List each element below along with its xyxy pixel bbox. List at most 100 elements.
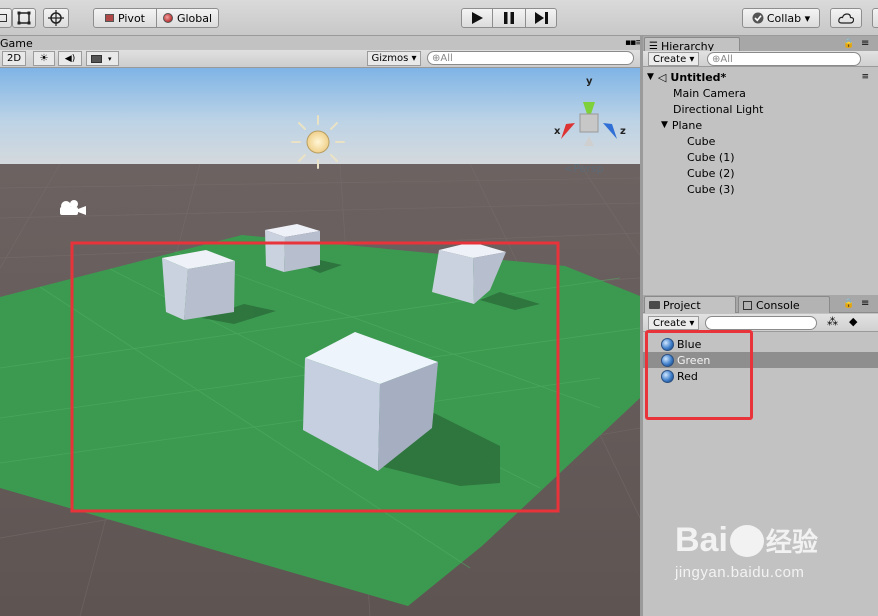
scene-toolbar: 2D ☀ ◀) ▾ Gizmos ▾ ⊕All bbox=[0, 50, 640, 68]
scene-menu-icon[interactable]: ≡ bbox=[861, 72, 869, 82]
hierarchy-item[interactable]: Main Camera bbox=[673, 85, 746, 101]
hierarchy-item-label: Plane bbox=[671, 118, 703, 132]
2d-label: 2D bbox=[6, 53, 22, 64]
cloud-icon bbox=[838, 12, 854, 24]
collab-button[interactable]: Collab ▾ bbox=[742, 8, 820, 28]
hierarchy-item-label: Main Camera bbox=[673, 86, 746, 100]
lighting-toggle[interactable]: ☀ bbox=[33, 51, 55, 66]
project-panel: Project Console 🔒 ≡ Create ▾ ⁂ ◆ Blue Gr… bbox=[643, 295, 878, 616]
rect-tool-button[interactable] bbox=[0, 8, 12, 28]
expand-arrow-icon: ▼ bbox=[647, 72, 654, 82]
project-menu-icon[interactable]: ≡ bbox=[861, 298, 869, 309]
pause-icon bbox=[504, 12, 514, 24]
transform-tool-icon bbox=[48, 10, 64, 26]
gizmo-x-label: x bbox=[554, 126, 561, 137]
hierarchy-item[interactable]: ▼ Plane bbox=[661, 117, 702, 133]
rect-transform-icon bbox=[17, 11, 31, 25]
hierarchy-search-placeholder: ⊕All bbox=[712, 53, 733, 65]
tab-console[interactable]: Console bbox=[738, 296, 830, 313]
pause-button[interactable] bbox=[492, 8, 526, 28]
step-icon bbox=[534, 12, 548, 24]
cube-2[interactable] bbox=[265, 224, 320, 272]
scene-name: Untitled* bbox=[670, 70, 727, 84]
globe-icon bbox=[162, 13, 173, 23]
watermark-brand-2: 经验 bbox=[765, 527, 818, 557]
hierarchy-item[interactable]: Directional Light bbox=[673, 101, 763, 117]
project-search-input[interactable] bbox=[705, 316, 817, 330]
hierarchy-tab-icon: ☰ bbox=[649, 40, 658, 52]
play-button[interactable] bbox=[461, 8, 493, 28]
hierarchy-item-label: Cube (2) bbox=[687, 166, 735, 180]
scene-search-placeholder: ⊕All bbox=[432, 52, 453, 64]
pivot-toggle[interactable]: Pivot bbox=[93, 8, 157, 28]
hierarchy-item[interactable]: Cube (1) bbox=[687, 149, 734, 165]
paw-icon bbox=[729, 524, 764, 557]
expand-arrow-icon[interactable]: ▼ bbox=[661, 120, 668, 130]
hierarchy-create-button[interactable]: Create ▾ bbox=[648, 52, 700, 66]
main-toolbar: Pivot Global Collab ▾ bbox=[0, 0, 878, 36]
global-toggle[interactable]: Global bbox=[156, 8, 219, 28]
game-tab[interactable]: Game bbox=[0, 37, 33, 50]
scene-canvas[interactable]: y x z <Persp bbox=[0, 68, 640, 616]
directional-light-icon[interactable] bbox=[291, 115, 345, 169]
console-icon bbox=[743, 300, 752, 310]
hierarchy-item-label: Cube (3) bbox=[687, 182, 735, 196]
rect-tool-icon bbox=[0, 14, 7, 22]
step-button[interactable] bbox=[525, 8, 557, 28]
collab-label: Collab ▾ bbox=[766, 11, 811, 25]
cube-1[interactable] bbox=[162, 250, 235, 320]
play-icon bbox=[472, 12, 483, 24]
filter-by-type-icon[interactable]: ⁂ bbox=[827, 315, 838, 328]
hierarchy-item[interactable]: Cube bbox=[687, 133, 715, 149]
gizmos-dropdown[interactable]: Gizmos ▾ bbox=[367, 51, 421, 66]
sun-icon: ☀ bbox=[39, 53, 49, 64]
tab-project[interactable]: Project bbox=[644, 296, 736, 313]
hierarchy-item-label: Cube bbox=[687, 134, 716, 148]
hierarchy-panel: ☰ Hierarchy 🔒 ≡ Create ▾ ⊕All ▼ ◁ Untitl… bbox=[643, 36, 878, 292]
transform-tool-button[interactable] bbox=[43, 8, 69, 28]
gizmos-label: Gizmos ▾ bbox=[371, 53, 417, 64]
hierarchy-search-input[interactable]: ⊕All bbox=[707, 52, 861, 66]
hierarchy-lock-icon[interactable]: 🔒 bbox=[843, 39, 854, 49]
watermark-url: jingyan.baidu.com bbox=[675, 564, 805, 581]
project-create-button[interactable]: Create ▾ bbox=[648, 316, 700, 330]
dropdown-arrow-icon: ▾ bbox=[108, 54, 112, 63]
scene-tab-row: Game ▪▪≡ bbox=[0, 36, 643, 50]
watermark-brand: Bai bbox=[675, 521, 728, 559]
image-icon bbox=[91, 54, 102, 63]
speaker-icon: ◀) bbox=[64, 53, 76, 64]
hierarchy-item-label: Directional Light bbox=[673, 102, 764, 116]
hierarchy-subbar: Create ▾ ⊕All bbox=[643, 51, 878, 67]
gizmo-z-label: z bbox=[620, 126, 626, 137]
scene-search-input[interactable]: ⊕All bbox=[427, 51, 634, 65]
project-lock-icon[interactable]: 🔒 bbox=[843, 299, 854, 309]
pivot-label: Pivot bbox=[117, 11, 145, 25]
hierarchy-item-label: Cube (1) bbox=[687, 150, 735, 164]
scene-root-row[interactable]: ▼ ◁ Untitled* ≡ bbox=[647, 69, 875, 85]
project-tab-label: Project bbox=[663, 298, 701, 312]
persp-label[interactable]: <Persp bbox=[564, 162, 603, 175]
baidu-watermark: Bai 经验 jingyan.baidu.com bbox=[675, 521, 875, 601]
audio-toggle[interactable]: ◀) bbox=[58, 51, 82, 66]
hierarchy-item[interactable]: Cube (2) bbox=[687, 165, 734, 181]
cloud-button[interactable] bbox=[830, 8, 862, 28]
project-tabbar: Project Console 🔒 ≡ bbox=[643, 295, 878, 313]
scene-viewport[interactable]: y x z <Persp bbox=[0, 68, 640, 616]
global-label: Global bbox=[176, 11, 213, 25]
gizmo-y-label: y bbox=[586, 76, 593, 87]
pivot-icon bbox=[104, 14, 114, 22]
effects-dropdown[interactable]: ▾ bbox=[86, 51, 119, 66]
unity-scene-icon: ◁ bbox=[657, 70, 667, 84]
account-button[interactable] bbox=[872, 8, 878, 28]
collab-check-icon bbox=[752, 12, 764, 24]
project-highlight-box bbox=[645, 330, 753, 420]
hierarchy-item[interactable]: Cube (3) bbox=[687, 181, 734, 197]
hierarchy-create-label: Create ▾ bbox=[653, 53, 695, 65]
console-tab-label: Console bbox=[756, 298, 800, 312]
hierarchy-menu-icon[interactable]: ≡ bbox=[861, 38, 869, 49]
folder-icon bbox=[649, 301, 660, 309]
project-create-label: Create ▾ bbox=[653, 317, 695, 329]
filter-by-label-icon[interactable]: ◆ bbox=[849, 315, 857, 328]
2d-toggle[interactable]: 2D bbox=[2, 51, 26, 66]
rect-transform-button[interactable] bbox=[12, 8, 36, 28]
